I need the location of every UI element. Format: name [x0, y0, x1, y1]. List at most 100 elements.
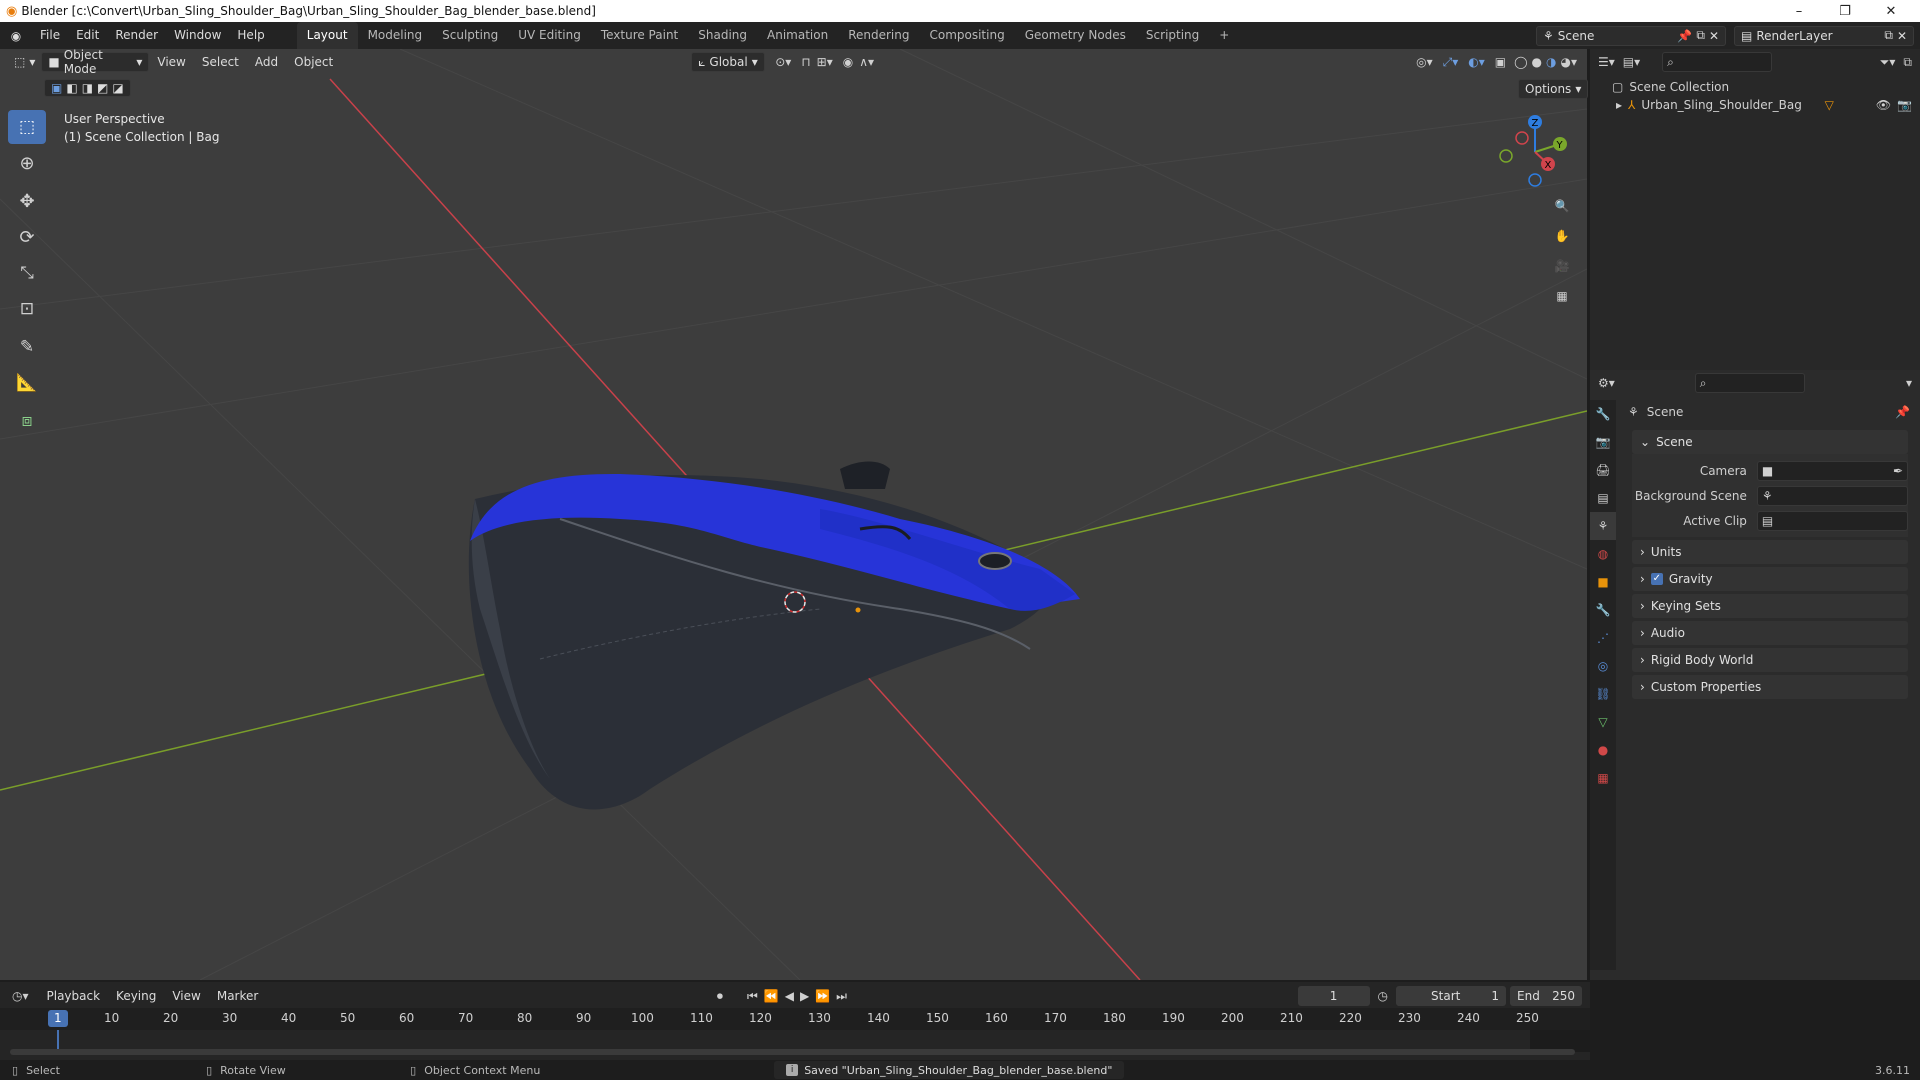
annotate-tool[interactable]: ✎ [8, 330, 46, 364]
timeline-scrollbar[interactable] [10, 1049, 1575, 1055]
tab-shading[interactable]: Shading [688, 22, 757, 49]
eyedropper-icon[interactable]: ✒ [1893, 464, 1903, 478]
scene-collection-label[interactable]: Scene Collection [1629, 80, 1729, 94]
bag-model[interactable] [468, 461, 1080, 810]
jump-end-icon[interactable]: ⏭ [836, 989, 847, 1004]
scene-panel-header[interactable]: ⌄ Scene [1632, 430, 1908, 454]
tab-render[interactable]: 📷 [1590, 428, 1616, 456]
timeline-view-menu[interactable]: View [164, 989, 208, 1003]
clock-icon[interactable]: ◷ [1378, 989, 1388, 1003]
outliner-search-input[interactable]: ⌕ [1662, 52, 1773, 72]
gravity-panel[interactable]: › ✓ Gravity [1632, 567, 1908, 591]
menu-file[interactable]: File [32, 22, 68, 49]
gizmo-toggle-icon[interactable]: ⤢▾ [1443, 55, 1459, 70]
select-box-tool[interactable]: ⬚ [8, 110, 46, 144]
pan-button[interactable]: ✋ [1548, 222, 1576, 250]
tab-tool[interactable]: 🔧 [1590, 400, 1616, 428]
end-frame-field[interactable]: End 250 [1510, 986, 1583, 1006]
new-scene-icon[interactable]: ⧉ [1696, 28, 1705, 43]
tab-particles[interactable]: ⋰ [1590, 624, 1616, 652]
gravity-checkbox[interactable]: ✓ [1650, 573, 1663, 585]
add-cube-tool[interactable]: ⧈ [8, 404, 46, 438]
prev-keyframe-icon[interactable]: ⏪ [764, 989, 779, 1003]
eye-icon[interactable]: 👁 [1876, 98, 1891, 112]
tab-data[interactable]: ▽ [1590, 708, 1616, 736]
select-subtract-icon[interactable]: ◨ [82, 81, 93, 95]
options-button[interactable]: Options ▾ [1518, 79, 1589, 99]
pin-icon[interactable]: 📌 [1895, 405, 1910, 419]
outliner-row[interactable]: ▸ ⅄ Urban_Sling_Shoulder_Bag ▽ 👁 📷 [1590, 95, 1920, 115]
play-reverse-icon[interactable]: ◀ [785, 989, 794, 1003]
visibility-icon[interactable]: ◎▾ [1416, 55, 1433, 69]
menu-render[interactable]: Render [107, 22, 166, 49]
properties-editor-icon[interactable]: ⚙▾ [1598, 376, 1615, 390]
zoom-button[interactable]: 🔍 [1548, 192, 1576, 220]
keying-menu[interactable]: Keying [108, 989, 164, 1003]
tab-world[interactable]: ◍ [1590, 540, 1616, 568]
menu-edit[interactable]: Edit [68, 22, 107, 49]
rotate-tool[interactable]: ⟳ [8, 220, 46, 254]
viewport-menu-select[interactable]: Select [194, 55, 247, 69]
chevron-down-icon[interactable]: ▾ [1906, 376, 1912, 390]
maximize-button[interactable]: ❐ [1822, 0, 1868, 22]
close-button[interactable]: ✕ [1868, 0, 1914, 22]
select-invert-icon[interactable]: ◩ [97, 81, 108, 95]
current-frame-field[interactable]: 1 [1297, 986, 1370, 1006]
tab-animation[interactable]: Animation [757, 22, 838, 49]
solid-shading-icon[interactable]: ● [1532, 55, 1542, 69]
tab-geometry-nodes[interactable]: Geometry Nodes [1015, 22, 1136, 49]
tab-material[interactable]: ● [1590, 736, 1616, 764]
jump-start-icon[interactable]: ⏮ [747, 989, 758, 1004]
pivot-icon[interactable]: ⊙▾ [775, 55, 791, 69]
audio-panel[interactable]: › Audio [1632, 621, 1908, 645]
scene-selector[interactable]: ⚘ Scene 📌 ⧉ ✕ [1536, 25, 1726, 46]
select-intersect-icon[interactable]: ◪ [112, 81, 123, 95]
pin-icon[interactable]: 📌 [1677, 29, 1692, 43]
falloff-icon[interactable]: ∧▾ [859, 55, 874, 69]
menu-window[interactable]: Window [166, 22, 229, 49]
select-new-icon[interactable]: ▣ [51, 81, 62, 95]
orientation-dropdown[interactable]: ⟀ Global ▾ [691, 52, 766, 72]
camera-view-button[interactable]: 🎥 [1548, 252, 1576, 280]
timeline-editor-icon[interactable]: ◷▾ [12, 989, 29, 1003]
next-keyframe-icon[interactable]: ⏩ [815, 989, 830, 1003]
tab-modifiers[interactable]: 🔧 [1590, 596, 1616, 624]
tab-texture[interactable]: ▦ [1590, 764, 1616, 792]
snap-icon[interactable]: ⊓ [801, 55, 810, 69]
navigation-gizmo[interactable]: Z Y X [1490, 112, 1575, 192]
viewport-menu-add[interactable]: Add [247, 55, 286, 69]
select-extend-icon[interactable]: ◧ [66, 81, 77, 95]
new-collection-icon[interactable]: ⧉ [1903, 55, 1912, 70]
transform-tool[interactable]: ⊡ [8, 292, 46, 326]
mode-dropdown[interactable]: ■ Object Mode ▾ [41, 48, 150, 76]
tab-rendering[interactable]: Rendering [838, 22, 919, 49]
scale-tool[interactable]: ⤡ [8, 256, 46, 290]
expand-arrow-icon[interactable]: ▸ [1616, 98, 1622, 112]
tab-output[interactable]: 🖨 [1590, 456, 1616, 484]
tab-texture-paint[interactable]: Texture Paint [591, 22, 688, 49]
display-mode-icon[interactable]: ▤▾ [1623, 55, 1640, 69]
new-layer-icon[interactable]: ⧉ [1884, 28, 1893, 43]
material-shading-icon[interactable]: ◑ [1546, 55, 1556, 69]
playback-menu[interactable]: Playback [39, 989, 109, 1003]
viewport-menu-view[interactable]: View [149, 55, 193, 69]
record-icon[interactable]: ⏺ [717, 989, 723, 1004]
tab-physics[interactable]: ◎ [1590, 652, 1616, 680]
delete-layer-icon[interactable]: ✕ [1897, 29, 1907, 43]
units-panel[interactable]: › Units [1632, 540, 1908, 564]
camera-field[interactable]: ■ ✒ [1756, 461, 1908, 481]
background-scene-field[interactable]: ⚘ [1756, 486, 1908, 506]
frame-ruler[interactable]: 1 10 20 30 40 50 60 70 80 90 100 110 120… [0, 1008, 1590, 1030]
ortho-toggle-button[interactable]: ▦ [1548, 282, 1576, 310]
delete-scene-icon[interactable]: ✕ [1709, 29, 1719, 43]
custom-properties-panel[interactable]: › Custom Properties [1632, 675, 1908, 699]
proportional-edit-icon[interactable]: ◉ [843, 55, 853, 69]
tab-object[interactable]: ■ [1590, 568, 1616, 596]
editor-type-button[interactable]: ⬚ ▾ [8, 52, 41, 72]
tab-layout[interactable]: Layout [296, 22, 358, 49]
3d-viewport[interactable] [0, 49, 1587, 980]
viewport-menu-object[interactable]: Object [286, 55, 341, 69]
tab-uv-editing[interactable]: UV Editing [508, 22, 591, 49]
tab-compositing[interactable]: Compositing [919, 22, 1014, 49]
report-message[interactable]: i Saved "Urban_Sling_Shoulder_Bag_blende… [774, 1061, 1125, 1079]
